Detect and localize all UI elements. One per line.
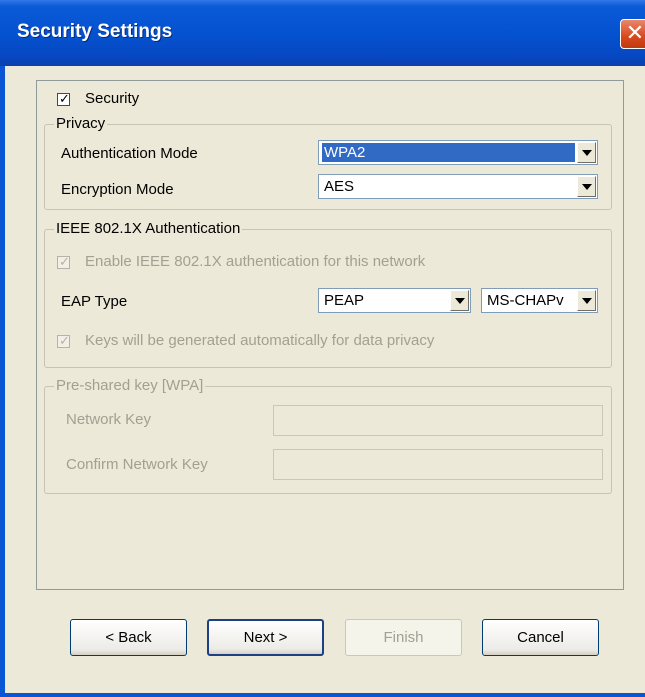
chevron-down-icon[interactable] xyxy=(577,176,596,197)
privacy-legend: Privacy xyxy=(54,115,108,132)
keys-auto-checkbox[interactable]: ✓ xyxy=(57,333,70,348)
encryption-mode-select[interactable]: AES xyxy=(318,174,598,199)
ieee8021x-legend: IEEE 802.1X Authentication xyxy=(54,220,243,237)
eap-type-select[interactable]: PEAP xyxy=(318,288,471,313)
enable-8021x-label: Enable IEEE 802.1X authentication for th… xyxy=(85,253,426,270)
eap-type-label: EAP Type xyxy=(61,293,128,310)
title-bar: Security Settings ✕ xyxy=(0,0,645,66)
authentication-mode-select[interactable]: WPA2 xyxy=(318,140,598,165)
eap-type-value: PEAP xyxy=(324,292,365,309)
enable-8021x-checkbox[interactable]: ✓ xyxy=(57,254,70,269)
authentication-mode-label: Authentication Mode xyxy=(61,145,198,162)
security-label: Security xyxy=(85,90,140,107)
psk-legend: Pre-shared key [WPA] xyxy=(54,377,206,394)
checkmark-icon: ✓ xyxy=(59,254,70,269)
back-button[interactable]: < Back xyxy=(70,619,187,656)
window-title: Security Settings xyxy=(17,21,173,42)
encryption-mode-label: Encryption Mode xyxy=(61,181,174,198)
chevron-down-icon[interactable] xyxy=(450,290,469,311)
security-checkbox[interactable]: ✓ xyxy=(57,91,70,106)
chevron-down-icon[interactable] xyxy=(577,142,596,163)
eap-inner-method-value: MS-CHAPv xyxy=(487,292,564,309)
close-icon: ✕ xyxy=(625,20,645,45)
keys-auto-label: Keys will be generated automatically for… xyxy=(85,332,435,349)
window-frame-left xyxy=(0,66,5,697)
confirm-network-key-input[interactable] xyxy=(273,449,603,480)
chevron-down-icon[interactable] xyxy=(577,290,596,311)
eap-inner-method-select[interactable]: MS-CHAPv xyxy=(481,288,598,313)
checkmark-icon: ✓ xyxy=(59,91,70,106)
network-key-input[interactable] xyxy=(273,405,603,436)
checkmark-icon: ✓ xyxy=(59,333,70,348)
next-button[interactable]: Next > xyxy=(207,619,324,656)
window-frame-bottom xyxy=(0,693,645,697)
close-button[interactable]: ✕ xyxy=(620,19,645,49)
network-key-label: Network Key xyxy=(66,411,152,428)
authentication-mode-value: WPA2 xyxy=(322,143,575,162)
finish-button[interactable]: Finish xyxy=(345,619,462,656)
confirm-network-key-label: Confirm Network Key xyxy=(66,456,208,473)
encryption-mode-value: AES xyxy=(324,178,355,195)
cancel-button[interactable]: Cancel xyxy=(482,619,599,656)
